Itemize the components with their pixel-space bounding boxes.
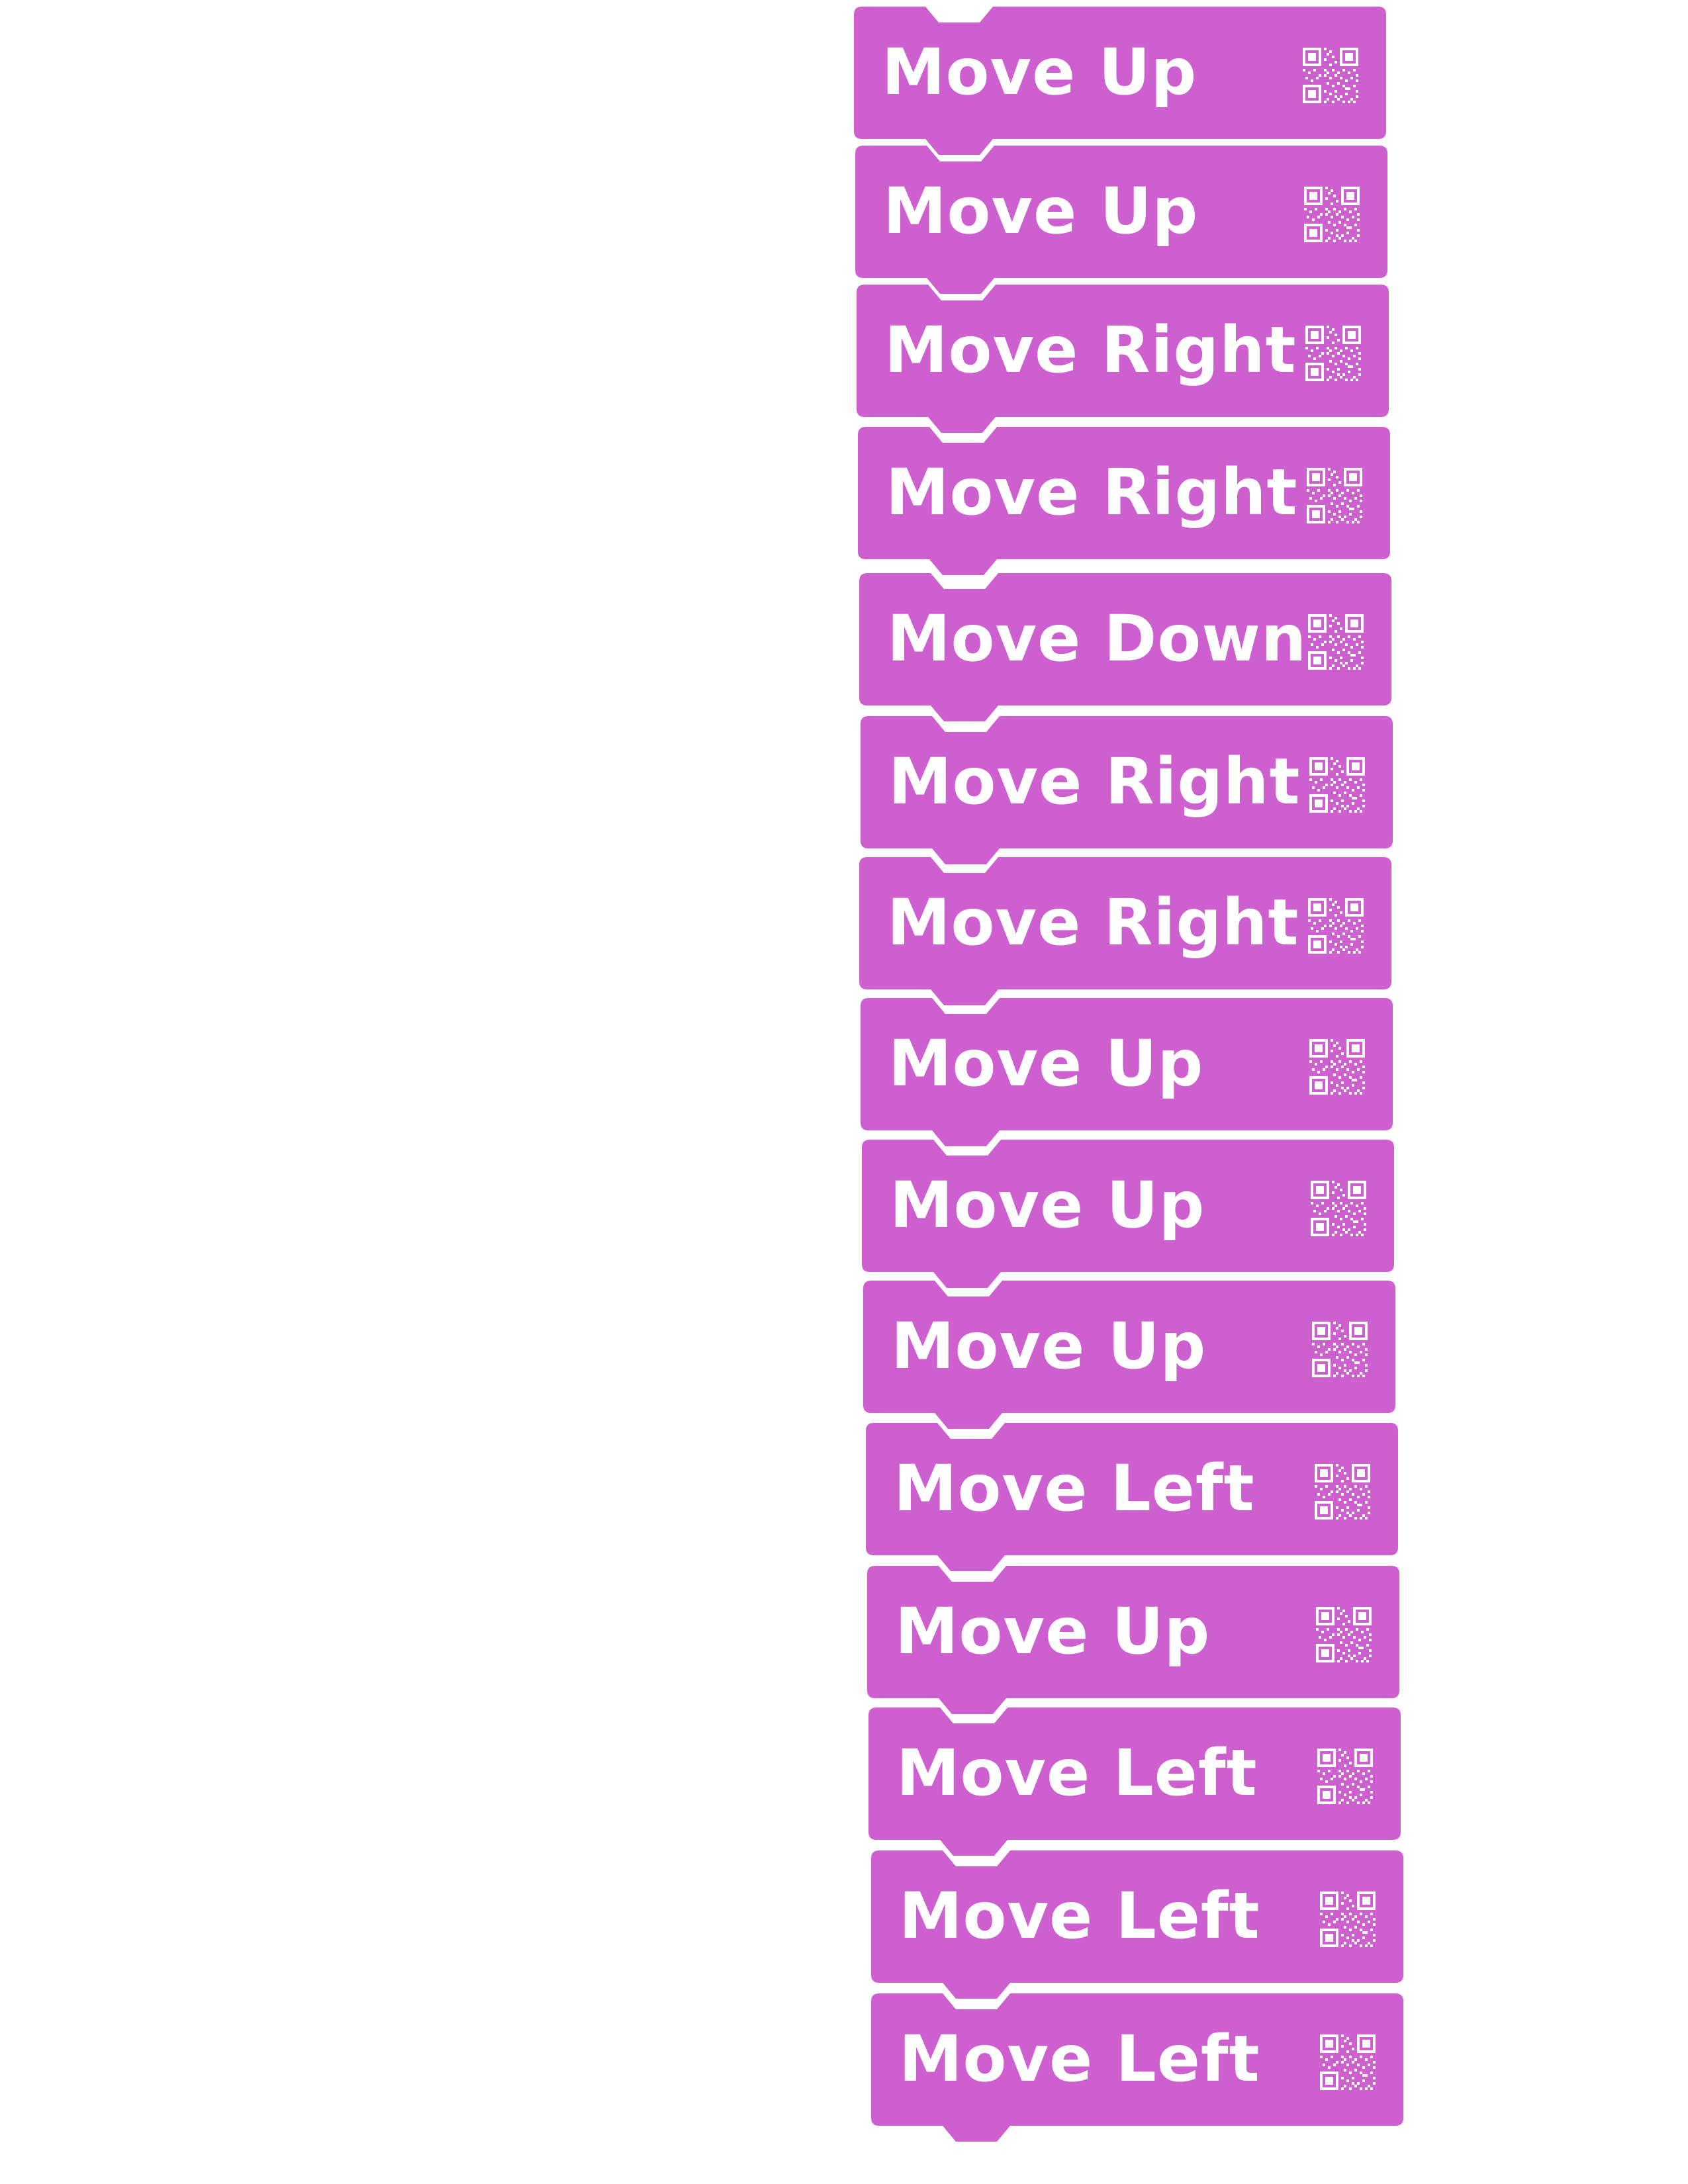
block-label: Move Up xyxy=(883,174,1199,248)
qr-code-icon xyxy=(1308,898,1364,954)
block-label: Move Down xyxy=(887,602,1307,676)
move-block-8[interactable]: Move Up xyxy=(861,998,1393,1154)
move-block-11[interactable]: Move Left xyxy=(866,1423,1398,1579)
block-label: Move Right xyxy=(888,745,1301,819)
qr-code-icon xyxy=(1304,187,1360,242)
qr-code-icon xyxy=(1309,757,1365,813)
qr-code-icon xyxy=(1307,468,1362,523)
move-block-5[interactable]: Move Down xyxy=(859,573,1391,729)
move-block-4[interactable]: Move Right xyxy=(858,427,1390,583)
block-label: Move Right xyxy=(884,313,1297,387)
qr-code-icon xyxy=(1303,48,1358,103)
block-label: Move Right xyxy=(886,455,1298,529)
block-label: Move Left xyxy=(896,1736,1258,1810)
move-block-7[interactable]: Move Right xyxy=(859,857,1391,1013)
block-label: Move Up xyxy=(890,1168,1205,1242)
qr-code-icon xyxy=(1316,1607,1372,1662)
move-block-6[interactable]: Move Right xyxy=(861,716,1393,872)
block-label: Move Up xyxy=(895,1594,1211,1668)
block-label: Move Up xyxy=(891,1309,1207,1383)
qr-code-icon xyxy=(1312,1322,1368,1377)
qr-code-icon xyxy=(1308,614,1364,670)
block-label: Move Left xyxy=(899,1879,1260,1953)
move-block-14[interactable]: Move Left xyxy=(871,1850,1403,2007)
block-label: Move Left xyxy=(894,1451,1255,1525)
qr-code-icon xyxy=(1320,2034,1376,2090)
move-block-2[interactable]: Move Up xyxy=(855,146,1387,302)
qr-code-icon xyxy=(1317,1749,1373,1804)
block-stack: Move Up Move Up Move Right Move Right Mo… xyxy=(0,0,1688,2184)
move-block-15[interactable]: Move Left xyxy=(871,1993,1403,2150)
move-block-10[interactable]: Move Up xyxy=(863,1281,1395,1437)
qr-code-icon xyxy=(1315,1464,1370,1520)
qr-code-icon xyxy=(1305,326,1361,381)
block-label: Move Up xyxy=(888,1026,1204,1101)
block-label: Move Left xyxy=(899,2022,1260,2096)
move-block-13[interactable]: Move Left xyxy=(868,1707,1401,1864)
move-block-1[interactable]: Move Up xyxy=(854,7,1386,163)
qr-code-icon xyxy=(1309,1039,1365,1095)
move-block-3[interactable]: Move Right xyxy=(857,285,1389,441)
block-label: Move Right xyxy=(887,886,1299,960)
move-block-12[interactable]: Move Up xyxy=(867,1566,1399,1722)
move-block-9[interactable]: Move Up xyxy=(862,1140,1394,1296)
qr-code-icon xyxy=(1320,1891,1376,1947)
block-label: Move Up xyxy=(882,35,1197,109)
qr-code-icon xyxy=(1311,1181,1366,1236)
